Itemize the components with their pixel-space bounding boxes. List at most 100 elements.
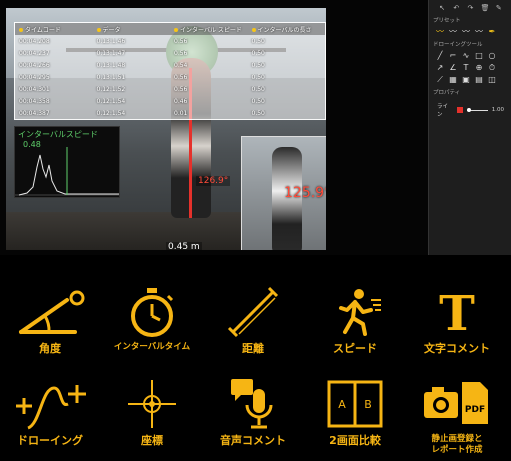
angle-icon xyxy=(19,290,85,334)
crosshair-icon xyxy=(128,380,176,428)
table-cell: 00:04.266 xyxy=(19,61,50,69)
header-cell: インターバルの長さ xyxy=(248,25,326,34)
distance-label: 0.45 m xyxy=(166,242,202,250)
video-area: タイムコード データ インターバル スピード インターバルの長さ 00:04.2… xyxy=(0,0,430,255)
table-cell: 00:04.387 xyxy=(19,109,50,117)
svg-text:T: T xyxy=(439,286,475,338)
line-label: ライン xyxy=(437,104,449,118)
brush-icon[interactable]: ✎ xyxy=(495,4,503,12)
table-cell: 0.50 xyxy=(251,109,265,117)
arrow-tool-icon[interactable]: ↗ xyxy=(435,63,445,73)
feature-split-screen: A B 2画面比較 xyxy=(305,378,405,448)
feature-grid: 角度 インターバルタイム 距離 スピード T 文字コメント ドローイング 座標 … xyxy=(0,278,511,461)
table-row: 00:04.208 0.13:1.46 0.56 0.50 xyxy=(15,35,325,47)
speed-graph-label: インターバルスピード xyxy=(18,130,98,139)
table-cell: 0.12:1.54 xyxy=(96,97,126,105)
data-table[interactable]: タイムコード データ インターバル スピード インターバルの長さ 00:04.2… xyxy=(14,22,326,120)
split-screen-icon: A B xyxy=(327,380,383,428)
svg-text:A: A xyxy=(338,398,346,411)
table-cell: 0.12:1.52 xyxy=(96,85,126,93)
section-tools[interactable]: ドローイングツール xyxy=(429,38,511,50)
table-cell: 0.46 xyxy=(174,97,188,105)
rect-tool-icon[interactable]: □ xyxy=(474,51,484,61)
header-cell: タイムコード xyxy=(15,25,93,34)
preset-red-icon[interactable]: 〰 xyxy=(461,27,471,37)
header-cell: データ xyxy=(93,25,171,34)
line-color-swatch[interactable] xyxy=(456,107,463,113)
zoom-angle-label: 125.9° xyxy=(284,185,326,201)
feature-label: 文字コメント xyxy=(424,342,490,355)
drawing-icon xyxy=(16,385,86,430)
trash-icon[interactable]: 🗑 xyxy=(481,4,490,12)
distance-icon xyxy=(227,286,279,338)
preset-pink-icon[interactable]: 〰 xyxy=(474,27,484,37)
table-row: 00:04.237 0.13:1.47 0.56 0.50 xyxy=(15,47,325,59)
svg-text:B: B xyxy=(364,398,372,411)
line-tool-icon[interactable]: ╱ xyxy=(435,51,445,61)
redo-icon[interactable]: ↷ xyxy=(466,4,474,12)
stopwatch-tool-icon[interactable]: ⏱ xyxy=(487,63,497,73)
chart-tool-icon[interactable]: ▤ xyxy=(474,75,484,85)
table-cell: 00:04.301 xyxy=(19,85,50,93)
table-cell: 0.50 xyxy=(251,49,265,57)
stopwatch-icon xyxy=(131,288,174,337)
circle-tool-icon[interactable]: ○ xyxy=(487,51,497,61)
feature-label: 音声コメント xyxy=(220,434,286,447)
section-preset[interactable]: プリセット xyxy=(429,14,511,26)
image-tool-icon[interactable]: ▣ xyxy=(461,75,471,85)
feature-distance: 距離 xyxy=(203,286,303,356)
preset-gray-icon[interactable]: 〰 xyxy=(448,27,458,37)
table-cell: 0.56 xyxy=(174,37,188,45)
feature-interval-time: インターバルタイム xyxy=(102,286,202,353)
feature-angle: 角度 xyxy=(0,286,100,356)
microphone-icon xyxy=(231,379,273,429)
photo-tool-icon[interactable]: ◫ xyxy=(487,75,497,85)
table-row: 00:04.295 0.13:1.51 0.56 0.50 xyxy=(15,71,325,83)
polyline-tool-icon[interactable]: ⌐ xyxy=(448,51,458,61)
zoom-inset[interactable]: 125.9° xyxy=(241,136,326,250)
preset-grid: 〰 〰 〰 〰 ✒ xyxy=(429,26,511,38)
table-cell: 00:04.295 xyxy=(19,73,50,81)
table-row: 00:04.301 0.12:1.52 0.56 0.50 xyxy=(15,83,325,95)
feature-label: ドローイング xyxy=(17,434,83,447)
feature-coordinates: 座標 xyxy=(102,378,202,448)
line-width-slider[interactable] xyxy=(466,107,488,112)
angle-tool-icon[interactable]: ∠ xyxy=(448,63,458,73)
preset-yellow-icon[interactable]: 〰 xyxy=(435,27,445,37)
ruler-tool-icon[interactable]: ⟋ xyxy=(435,75,445,85)
text-tool-icon[interactable]: T xyxy=(461,63,471,73)
text-icon: T xyxy=(439,286,475,338)
table-row: 00:04.387 0.12:1.54 0.01 0.50 xyxy=(15,107,325,119)
line-width-value: 1.00 xyxy=(491,107,504,113)
table-cell: 0.50 xyxy=(251,73,265,81)
curve-tool-icon[interactable]: ∿ xyxy=(461,51,471,61)
grid-tool-icon[interactable]: ▦ xyxy=(448,75,458,85)
speed-graph[interactable]: インターバルスピード 0.48 xyxy=(14,126,120,198)
section-properties[interactable]: プロパティ xyxy=(429,86,511,98)
undo-icon[interactable]: ↶ xyxy=(452,4,460,12)
camera-pdf-icon: PDF xyxy=(424,382,488,424)
crosshair-tool-icon[interactable]: ⊕ xyxy=(474,63,484,73)
feature-drawing: ドローイング xyxy=(0,378,100,448)
table-cell: 0.54 xyxy=(174,61,188,69)
pointer-icon[interactable]: ↖ xyxy=(438,4,446,12)
feature-label: インターバルタイム xyxy=(113,342,191,352)
panel-toolbar: ↖ ↶ ↷ 🗑 ✎ xyxy=(429,0,511,14)
table-cell: 0.50 xyxy=(251,97,265,105)
table-cell: 0.56 xyxy=(174,49,188,57)
header-cell: インターバル スピード xyxy=(170,25,248,34)
feature-text-comment: T 文字コメント xyxy=(407,286,507,356)
table-cell: 0.12:1.54 xyxy=(96,109,126,117)
preset-marker-icon[interactable]: ✒ xyxy=(487,27,497,37)
table-row: 00:04.266 0.13:1.48 0.54 0.50 xyxy=(15,59,325,71)
line-property-row: ライン 1.00 xyxy=(429,98,511,122)
feature-voice-comment: 音声コメント xyxy=(203,378,303,448)
svg-text:PDF: PDF xyxy=(465,405,485,415)
table-cell: 0.56 xyxy=(174,73,188,81)
table-row: 00:04.358 0.12:1.54 0.46 0.50 xyxy=(15,95,325,107)
table-cell: 0.13:1.51 xyxy=(96,73,126,81)
video-frame[interactable]: タイムコード データ インターバル スピード インターバルの長さ 00:04.2… xyxy=(6,8,326,250)
table-cell: 0.50 xyxy=(251,37,265,45)
feature-label: 座標 xyxy=(141,434,163,447)
drawing-tools-grid: ╱ ⌐ ∿ □ ○ ↗ ∠ T ⊕ ⏱ ⟋ ▦ ▣ ▤ ◫ xyxy=(429,50,511,86)
